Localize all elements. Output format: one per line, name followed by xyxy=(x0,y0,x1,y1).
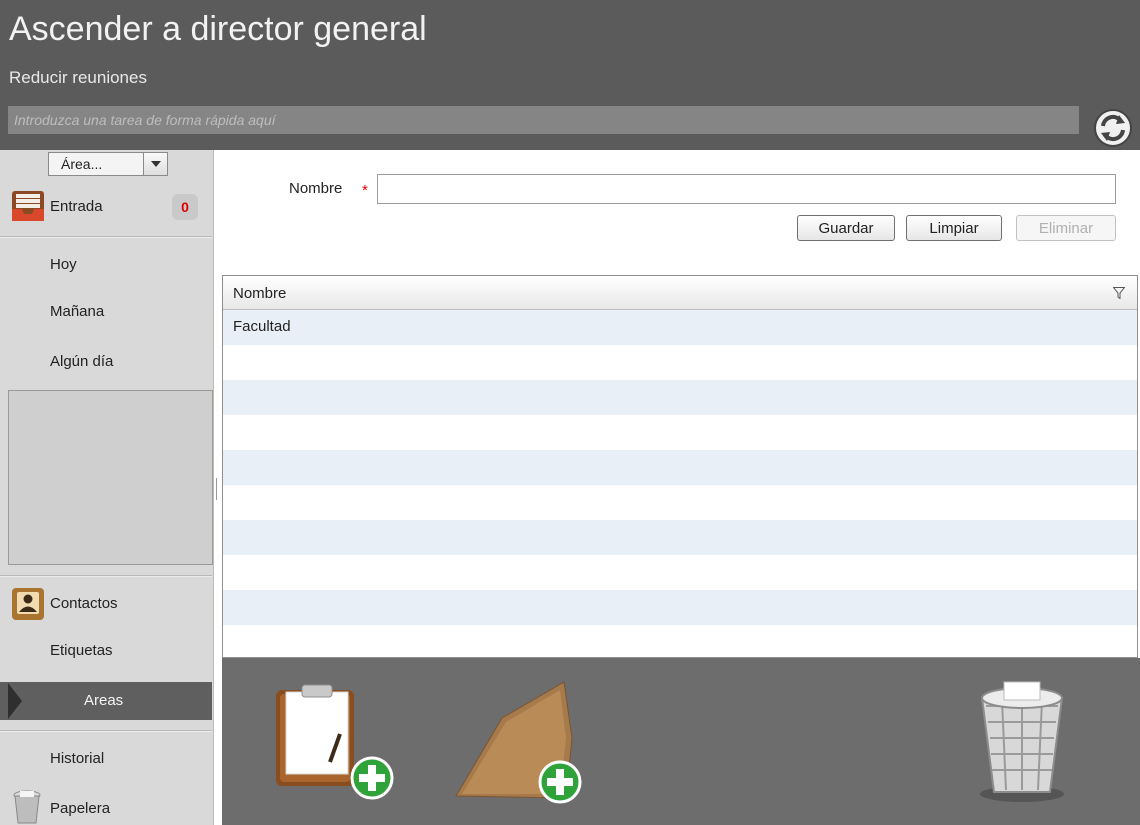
table-row[interactable] xyxy=(223,485,1137,520)
table-row[interactable] xyxy=(223,450,1137,485)
sidebar-item-areas[interactable]: Areas xyxy=(0,682,212,720)
new-project-folder-icon[interactable] xyxy=(450,678,590,806)
page-title: Ascender a director general xyxy=(9,10,427,48)
sidebar-item-today[interactable]: Hoy xyxy=(0,245,212,285)
inbox-count-badge: 0 xyxy=(172,194,198,220)
table-row[interactable] xyxy=(223,590,1137,625)
table-cell: Facultad xyxy=(233,318,291,335)
table-row[interactable]: Facultad xyxy=(223,310,1137,345)
trash-icon xyxy=(13,790,41,824)
sidebar-item-label: Hoy xyxy=(50,256,77,273)
sidebar-item-label: Areas xyxy=(84,692,124,709)
table-row[interactable] xyxy=(223,520,1137,555)
grid-column-header[interactable]: Nombre xyxy=(223,276,1137,310)
table-row[interactable] xyxy=(223,555,1137,590)
sidebar-divider xyxy=(0,730,212,732)
sidebar-divider xyxy=(0,236,212,238)
area-dropdown-value: Área... xyxy=(61,156,103,172)
selection-arrow-icon xyxy=(8,683,22,719)
trash-bin-icon[interactable] xyxy=(962,676,1092,806)
sidebar-item-label: Historial xyxy=(50,750,105,767)
sidebar-item-contacts[interactable]: Contactos xyxy=(0,583,212,623)
sidebar-item-label: Entrada xyxy=(50,198,103,215)
sidebar-panel xyxy=(8,390,213,565)
table-row[interactable] xyxy=(223,380,1137,415)
sidebar-item-label: Mañana xyxy=(50,303,105,320)
delete-button[interactable]: Eliminar xyxy=(1016,215,1116,241)
name-field-label: Nombre xyxy=(289,180,343,197)
inbox-icon xyxy=(12,191,44,221)
sidebar-item-history[interactable]: Historial xyxy=(0,739,212,779)
action-tray xyxy=(222,658,1140,825)
name-input[interactable] xyxy=(377,174,1116,204)
sidebar-item-label: Contactos xyxy=(50,595,118,612)
sidebar-item-tomorrow[interactable]: Mañana xyxy=(0,292,212,332)
chevron-down-icon[interactable] xyxy=(143,153,167,175)
sidebar-item-label: Algún día xyxy=(50,353,114,370)
contacts-icon xyxy=(12,588,44,620)
sidebar-item-label: Etiquetas xyxy=(50,642,113,659)
table-row[interactable] xyxy=(223,345,1137,380)
sidebar-item-someday[interactable]: Algún día xyxy=(0,342,212,382)
table-row[interactable] xyxy=(223,625,1137,657)
filter-icon[interactable] xyxy=(1113,287,1125,299)
sidebar-item-label: Papelera xyxy=(50,800,111,817)
sync-icon[interactable] xyxy=(1093,108,1133,148)
sidebar-divider xyxy=(0,575,212,577)
column-header-label: Nombre xyxy=(233,285,287,302)
required-indicator: * xyxy=(362,182,368,199)
save-button[interactable]: Guardar xyxy=(797,215,895,241)
clear-button[interactable]: Limpiar xyxy=(906,215,1002,241)
splitter-handle[interactable] xyxy=(212,478,217,500)
area-dropdown[interactable]: Área... xyxy=(48,152,168,176)
new-task-clipboard-icon[interactable] xyxy=(268,682,398,802)
sidebar-item-tags[interactable]: Etiquetas xyxy=(0,631,212,671)
sidebar-item-trash[interactable]: Papelera xyxy=(0,785,212,825)
page-subtitle: Reducir reuniones xyxy=(9,68,147,87)
quick-task-input[interactable] xyxy=(8,106,1079,134)
table-row[interactable] xyxy=(223,415,1137,450)
areas-grid: Nombre Facultad xyxy=(222,275,1138,658)
